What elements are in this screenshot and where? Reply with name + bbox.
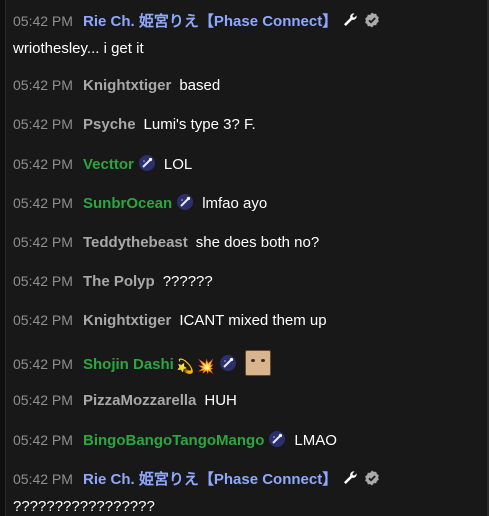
message-text: LMAO — [294, 432, 337, 449]
chat-message[interactable]: 05:42 PM Knightxtiger based — [13, 76, 483, 95]
message-timestamp: 05:42 PM — [13, 471, 73, 487]
message-text: LOL — [163, 156, 193, 173]
message-text: wriothesley... i get it — [13, 40, 144, 57]
message-timestamp: 05:42 PM — [13, 13, 73, 29]
message-author[interactable]: Rie Ch. 姫宮りえ【Phase Connect】 — [83, 471, 337, 488]
chat-message[interactable]: 05:42 PM The Polyp?????? — [13, 272, 483, 291]
message-timestamp: 05:42 PM — [13, 156, 73, 172]
message-text: lmfao ayo — [202, 195, 268, 212]
chat-message[interactable]: 05:42 PM BingoBangoTangoMango LMAO — [13, 430, 483, 453]
message-author[interactable]: PizzaMozzarella — [83, 392, 196, 409]
member-icon — [268, 430, 286, 453]
wrench-icon — [341, 469, 359, 492]
message-text: Lumi's type 3? F. — [143, 116, 256, 133]
chat-message[interactable]: 05:42 PM Teddythebeast she does both no? — [13, 233, 483, 252]
message-timestamp: 05:42 PM — [13, 356, 73, 372]
message-author[interactable]: Rie Ch. 姫宮りえ【Phase Connect】 — [83, 13, 337, 30]
message-text: HUH — [204, 392, 237, 409]
verified-icon — [363, 11, 381, 34]
message-text: ICANT mixed them up — [179, 312, 327, 329]
message-timestamp: 05:42 PM — [13, 116, 73, 132]
message-timestamp: 05:42 PM — [13, 432, 73, 448]
collision-emoji: 💥 — [197, 358, 215, 374]
message-author[interactable]: Teddythebeast — [83, 234, 188, 251]
message-author[interactable]: Shojin Dashi — [83, 356, 174, 373]
chat-message[interactable]: 05:42 PM SunbrOcean lmfao ayo — [13, 193, 483, 216]
message-timestamp: 05:42 PM — [13, 273, 73, 289]
message-text: she does both no? — [195, 234, 320, 251]
dizzy-emoji: 💫 — [176, 358, 195, 374]
message-timestamp: 05:42 PM — [13, 234, 73, 250]
message-author[interactable]: Knightxtiger — [83, 77, 171, 94]
verified-icon — [363, 469, 381, 492]
chat-message[interactable]: 05:42 PM Rie Ch. 姫宮りえ【Phase Connect】 ????… — [13, 469, 483, 516]
chat-message[interactable]: 05:42 PM Rie Ch. 姫宮りえ【Phase Connect】 wrio… — [13, 11, 483, 58]
message-author[interactable]: The Polyp — [83, 273, 155, 290]
chat-message[interactable]: 05:42 PM Shojin Dashi 💫 💥 — [13, 350, 483, 377]
chat-panel: 05:42 PM Rie Ch. 姫宮りえ【Phase Connect】 wrio… — [0, 0, 489, 516]
message-author[interactable]: Vecttor — [83, 156, 134, 173]
message-text: ????????????????? — [13, 498, 155, 515]
message-timestamp: 05:42 PM — [13, 392, 73, 408]
chat-message[interactable]: 05:42 PM PizzaMozzarella HUH — [13, 391, 483, 410]
chat-left-border — [0, 0, 6, 516]
chat-message[interactable]: 05:42 PM Vecttor LOL — [13, 154, 483, 177]
member-icon — [176, 193, 194, 216]
member-icon — [219, 354, 237, 377]
message-author[interactable]: Knightxtiger — [83, 312, 171, 329]
message-timestamp: 05:42 PM — [13, 195, 73, 211]
message-text: ?????? — [162, 273, 213, 290]
member-icon — [138, 154, 156, 177]
message-author[interactable]: SunbrOcean — [83, 195, 172, 212]
face-sticker — [244, 350, 271, 376]
message-timestamp: 05:42 PM — [13, 312, 73, 328]
chat-message[interactable]: 05:42 PM Psyche Lumi's type 3? F. — [13, 115, 483, 134]
message-timestamp: 05:42 PM — [13, 77, 73, 93]
message-text: based — [179, 77, 221, 94]
message-author[interactable]: BingoBangoTangoMango — [83, 432, 264, 449]
message-author[interactable]: Psyche — [83, 116, 136, 133]
chat-message[interactable]: 05:42 PM Knightxtiger ICANT mixed them up — [13, 311, 483, 330]
wrench-icon — [341, 11, 359, 34]
